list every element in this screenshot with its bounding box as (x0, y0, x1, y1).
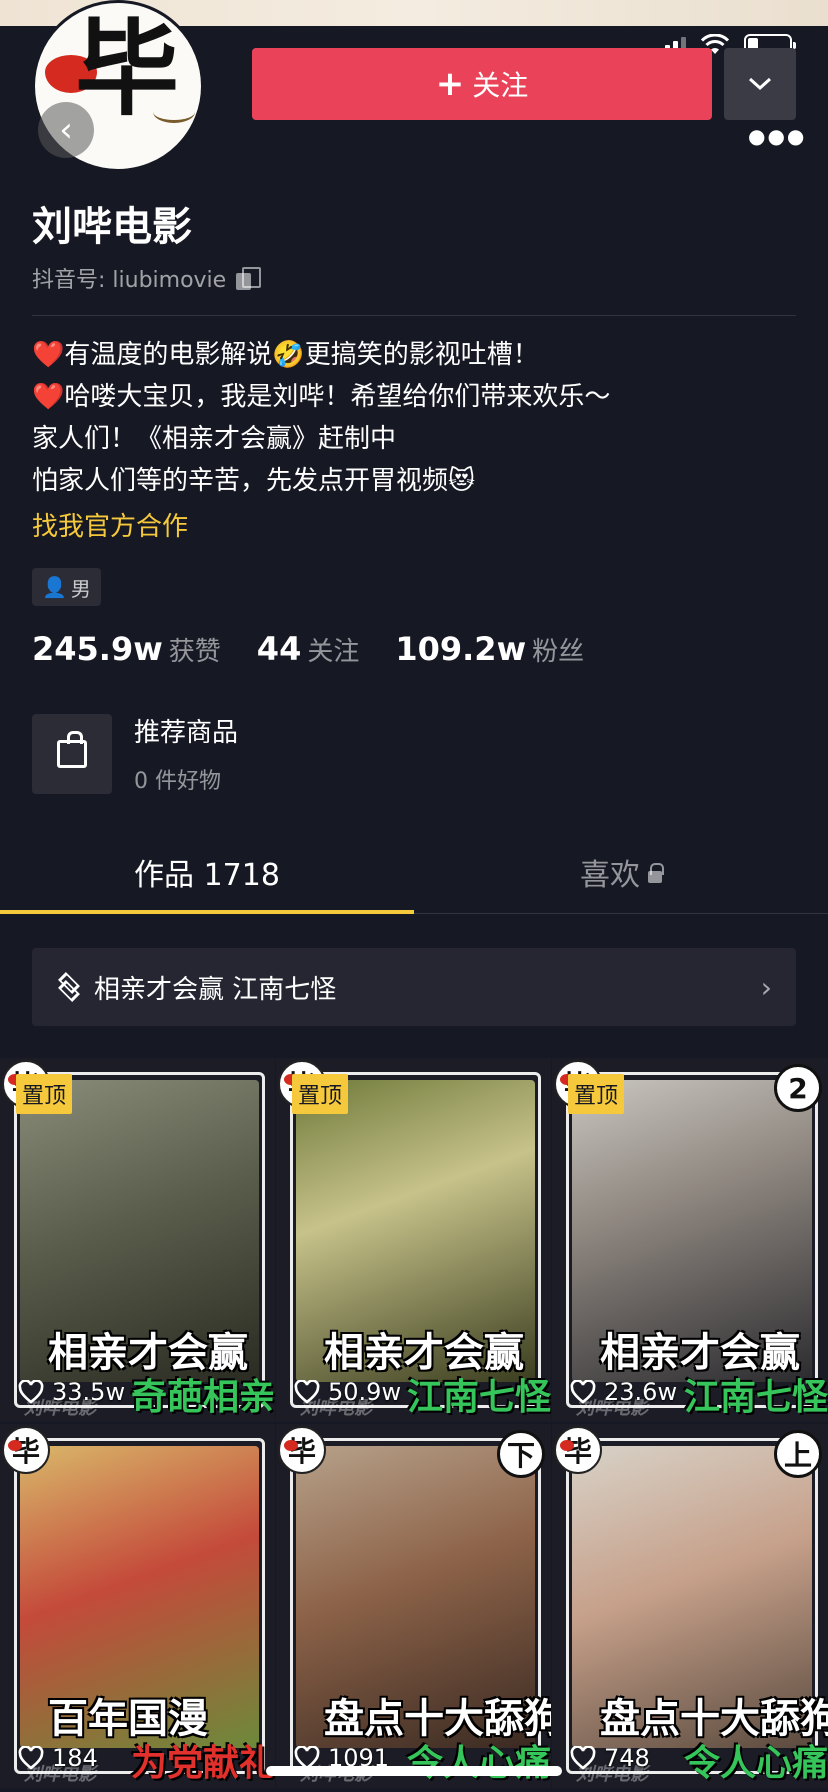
shop-subtitle: 0 件好物 (134, 769, 221, 794)
tab-likes-label: 喜欢 (580, 858, 640, 893)
channel-logo-icon: 毕 (2, 1426, 50, 1474)
copy-icon[interactable] (236, 267, 262, 290)
pinned-badge: 置顶 (568, 1074, 625, 1114)
tab-works[interactable]: 作品 1718 (0, 846, 414, 914)
video-subtitle-overlay: 令人心痛 (406, 1742, 551, 1784)
bio-line: 怕家人们等的辛苦，先发点开胃视频😻 (32, 466, 476, 496)
followers-label: 粉丝 (532, 637, 585, 667)
lock-icon (648, 862, 664, 883)
video-likes-count: 50.9w (328, 1378, 402, 1406)
shopping-bag-button (32, 713, 112, 794)
bio-line: ❤️哈喽大宝贝，我是刘哔！希望给你们带来欢乐～ (32, 376, 610, 418)
video-likes-count: 184 (52, 1744, 98, 1772)
heart-outline-icon (570, 1745, 596, 1770)
shop-title: 推荐商品 (134, 718, 239, 748)
video-thumbnail[interactable]: 毕 置顶 2 相亲才会赢 江南七怪 刘哔电影 23.6w (552, 1058, 828, 1422)
gender-tag: 👤 男 (32, 568, 101, 606)
divider (32, 315, 796, 316)
video-thumbnail[interactable]: 毕 下 盘点十大舔狗 令人心痛 刘哔电影 1091 (276, 1424, 551, 1788)
video-thumbnail[interactable]: 毕 上 盘点十大舔狗 令人心痛 刘哔电影 748 (552, 1424, 828, 1788)
likes-count: 245.9w (32, 630, 163, 668)
douyin-id: 抖音号: liubimovie (32, 262, 262, 294)
bio-text: 哈喽大宝贝，我是刘哔！希望给你们带来欢乐～ (64, 382, 611, 412)
chevron-down-icon (748, 77, 772, 91)
following-count: 44 (256, 630, 302, 668)
followers-stat[interactable]: 109.2w 粉丝 (395, 630, 584, 668)
recommended-products[interactable]: 推荐商品 0 件好物 (32, 712, 238, 795)
video-subtitle-overlay: 江南七怪 (683, 1376, 828, 1418)
channel-logo-icon: 毕 (554, 1426, 602, 1474)
bio-line: ❤️有温度的电影解说🤣更搞笑的影视吐槽！ (32, 334, 610, 376)
video-thumbnail[interactable]: 毕 百年国漫 为党献礼 刘哔电影 184 (0, 1424, 275, 1788)
layers-icon (56, 972, 84, 1002)
video-likes: 184 (18, 1744, 98, 1772)
following-stat[interactable]: 44 关注 (257, 630, 360, 668)
tab-likes[interactable]: 喜欢 (414, 846, 828, 913)
pinned-badge: 置顶 (16, 1074, 73, 1114)
video-likes-count: 23.6w (604, 1378, 678, 1406)
douyin-id-text: 抖音号: liubimovie (32, 268, 227, 293)
following-label: 关注 (307, 637, 360, 667)
heart-emoji-icon: ❤️ (32, 340, 65, 370)
likes-stat[interactable]: 245.9w 获赞 (32, 630, 221, 668)
chevron-left-icon: ‹ (59, 110, 73, 150)
home-indicator[interactable] (266, 1766, 562, 1776)
collection-label: 相亲才会赢 江南七怪 (94, 974, 337, 1005)
pinned-badge: 置顶 (292, 1074, 349, 1114)
collection-banner[interactable]: 相亲才会赢 江南七怪 › (32, 948, 796, 1026)
video-grid: 毕 置顶 相亲才会赢 奇葩相亲 刘哔电影 33.5w 毕 置顶 相亲才会赢 江南… (0, 1058, 828, 1788)
more-options-icon[interactable]: ●●● (748, 124, 806, 148)
video-subtitle-overlay: 为党献礼 (130, 1742, 275, 1784)
channel-logo-icon: 毕 (278, 1426, 326, 1474)
heart-outline-icon (18, 1745, 44, 1770)
video-likes: 33.5w (18, 1378, 125, 1406)
profile-stats: 245.9w 获赞 44 关注 109.2w 粉丝 (32, 630, 584, 668)
video-subtitle-overlay: 奇葩相亲 (130, 1376, 275, 1418)
video-thumbnail[interactable]: 毕 置顶 相亲才会赢 奇葩相亲 刘哔电影 33.5w (0, 1058, 275, 1422)
bio-text: 有温度的电影解说🤣更搞笑的影视吐槽！ (64, 340, 539, 370)
cooperation-link[interactable]: 找我官方合作 (32, 506, 610, 548)
episode-badge: 下 (497, 1430, 545, 1478)
back-button[interactable]: ‹ (38, 102, 94, 158)
episode-badge: 上 (774, 1430, 822, 1478)
video-likes: 23.6w (570, 1378, 677, 1406)
episode-badge: 2 (774, 1064, 822, 1112)
chevron-right-icon: › (760, 970, 772, 1004)
video-likes: 748 (570, 1744, 650, 1772)
heart-outline-icon (570, 1379, 596, 1404)
plus-icon: + (435, 64, 465, 104)
likes-label: 获赞 (168, 637, 221, 667)
follow-button[interactable]: + 关注 (252, 48, 712, 120)
video-likes-count: 33.5w (52, 1378, 126, 1406)
profile-name: 刘哔电影 (32, 204, 192, 250)
bio-line: 家人们！《相亲才会赢》赶制中 (32, 424, 397, 454)
recommend-toggle-button[interactable] (724, 48, 796, 120)
profile-tabs: 作品 1718 喜欢 (0, 846, 828, 914)
bio: ❤️有温度的电影解说🤣更搞笑的影视吐槽！ ❤️哈喽大宝贝，我是刘哔！希望给你们带… (32, 334, 610, 548)
video-subtitle-overlay: 令人心痛 (683, 1742, 828, 1784)
shopping-bag-icon (57, 730, 87, 768)
follow-label: 关注 (472, 69, 529, 102)
video-likes-count: 748 (604, 1744, 650, 1772)
person-icon: 👤 (42, 575, 67, 599)
video-likes: 50.9w (294, 1378, 401, 1406)
heart-outline-icon (294, 1379, 320, 1404)
heart-outline-icon (18, 1379, 44, 1404)
video-subtitle-overlay: 江南七怪 (406, 1376, 551, 1418)
gender-text: 男 (70, 576, 91, 601)
video-thumbnail[interactable]: 毕 置顶 相亲才会赢 江南七怪 刘哔电影 50.9w (276, 1058, 551, 1422)
heart-emoji-icon: ❤️ (32, 382, 65, 412)
avatar-decoration (153, 101, 195, 123)
followers-count: 109.2w (395, 630, 527, 668)
